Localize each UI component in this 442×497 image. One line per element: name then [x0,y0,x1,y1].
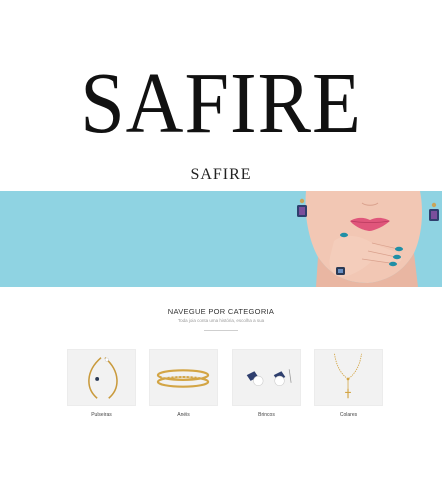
brand-logo-large: SAFIRE [80,56,362,152]
category-card-colares[interactable]: Colares [314,349,383,418]
ring-image [149,349,218,406]
category-label: Brincos [258,412,275,418]
bracelet-image [67,349,136,406]
category-label: Anéis [177,412,190,418]
category-card-brincos[interactable]: Brincos [232,349,301,418]
hero-model-image [290,191,442,287]
section-divider [204,330,238,331]
earrings-image [232,349,301,406]
category-card-aneis[interactable]: Anéis [149,349,218,418]
section-subtitle: Toda joia conta uma história, escolha a … [177,318,265,323]
site-header-logo[interactable]: SAFIRE [0,166,442,184]
category-label: Pulseiras [91,412,112,418]
necklace-image [314,349,383,406]
section-title: NAVEGUE POR CATEGORIA [167,307,275,316]
category-label: Colares [339,412,358,418]
hero-banner[interactable] [0,191,442,287]
category-card-pulseiras[interactable]: Pulseiras [67,349,136,418]
